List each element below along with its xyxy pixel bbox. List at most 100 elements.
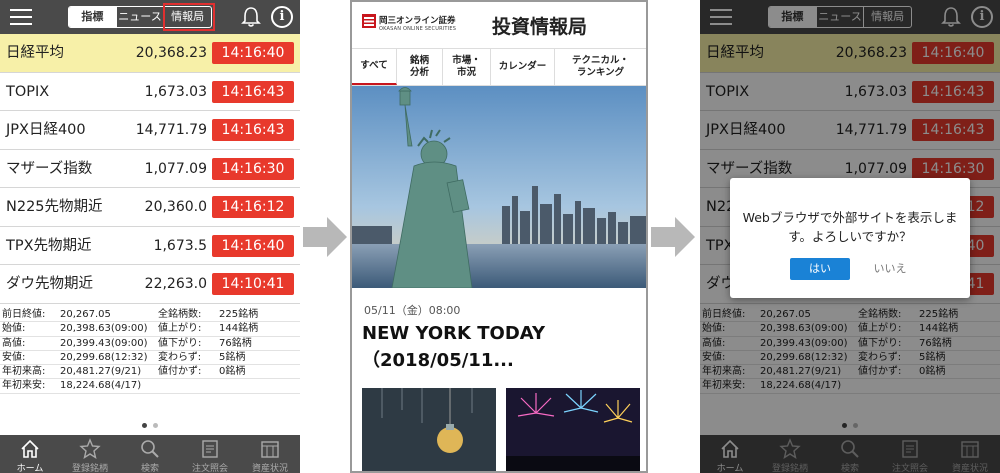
tab-orders[interactable]: 注文照会: [180, 435, 240, 473]
time-badge: 14:16:12: [212, 196, 294, 218]
stat-label: 年初来高:: [2, 366, 46, 378]
info-icon[interactable]: i: [271, 6, 293, 28]
segment-news[interactable]: ニュース: [117, 7, 165, 27]
search-icon: [141, 440, 159, 458]
stat-label: 高値:: [2, 337, 26, 349]
index-value: 14,771.79: [135, 122, 207, 138]
tab-label: 注文照会: [191, 464, 228, 473]
tab-label: 検索: [140, 464, 159, 473]
tab-all[interactable]: すべて: [352, 49, 397, 85]
stats-row: 始値: 20,398.63(09:00) 値上がり: 144銘柄: [0, 322, 300, 337]
article-date: 05/11（金）08:00: [364, 304, 461, 317]
tab-technical-ranking[interactable]: テクニカル・ ランキング: [555, 49, 646, 85]
app-header: 指標 ニュース 情報局 i: [0, 0, 300, 34]
index-name: 日経平均: [6, 45, 64, 61]
segment-indices[interactable]: 指標: [69, 7, 117, 27]
index-list: 日経平均 20,368.23 14:16:40 TOPIX 1,673.03 14:16…: [0, 34, 300, 304]
stat-value: 76銘柄: [219, 337, 252, 349]
index-row[interactable]: N225先物期近 20,360.0 14:16:12: [0, 188, 300, 227]
tab-label: 登録銘柄: [71, 464, 108, 473]
yes-button[interactable]: はい: [790, 258, 850, 280]
index-value: 20,360.0: [144, 199, 207, 215]
index-name: TPX先物期近: [6, 237, 92, 254]
index-name: ダウ先物期近: [6, 276, 93, 292]
stat-label: 前日終値:: [2, 309, 46, 320]
market-stats: 前日終値: 20,267.05 全銘柄数: 225銘柄 始値: 20,398.63(09…: [0, 308, 300, 394]
stat-label: 値付かず:: [158, 366, 202, 378]
stats-row: 安値: 20,299.68(12:32) 変わらず: 5銘柄: [0, 351, 300, 366]
index-row[interactable]: マザーズ指数 1,077.09 14:16:30: [0, 149, 300, 188]
stats-row: 前日終値: 20,267.05 全銘柄数: 225銘柄: [0, 308, 300, 323]
okasan-logo-icon: [362, 14, 376, 28]
stat-value: 20,398.63(09:00): [60, 323, 148, 335]
page-indicator: [0, 423, 300, 428]
tab-calendar[interactable]: カレンダー: [491, 49, 555, 85]
stat-label: 値下がり:: [158, 337, 202, 349]
statue-of-liberty-image[interactable]: [352, 86, 646, 288]
tab-home[interactable]: ホーム: [0, 435, 60, 473]
stat-label: 変わらず:: [158, 351, 202, 363]
index-value: 20,368.23: [135, 45, 207, 61]
tab-label: 資産状況: [251, 464, 288, 473]
index-name: マザーズ指数: [6, 160, 93, 177]
stat-label: 安値:: [2, 351, 26, 363]
time-badge: 14:10:41: [212, 273, 294, 295]
tab-assets[interactable]: 資産状況: [240, 435, 300, 473]
bottom-tab-bar: ホーム 登録銘柄 検索 注文照会 資産状況: [0, 435, 300, 473]
stat-value: 20,481.27(9/21): [60, 366, 142, 378]
stat-value: 20,299.68(12:32): [60, 351, 148, 363]
tab-label: ホーム: [16, 464, 44, 473]
stat-value: 0銘柄: [219, 366, 246, 378]
index-value: 22,263.0: [144, 276, 207, 292]
browser-info-bureau-page: 岡三オンライン証券 OKASAN ONLINE SECURITIES 投資情報局…: [350, 0, 648, 473]
page-title: 投資情報局: [492, 16, 588, 38]
site-logo-subtext: OKASAN ONLINE SECURITIES: [379, 26, 457, 32]
time-badge: 14:16:40: [212, 42, 294, 64]
article-thumbnails: [362, 388, 642, 473]
stat-label: 年初来安:: [2, 380, 46, 392]
stats-row: 高値: 20,399.43(09:00) 値下がり: 76銘柄: [0, 337, 300, 351]
time-badge: 14:16:30: [212, 157, 294, 180]
index-name: TOPIX: [6, 83, 50, 100]
site-header: 岡三オンライン証券 OKASAN ONLINE SECURITIES 投資情報局: [352, 2, 646, 48]
flow-arrow-icon: [303, 217, 347, 257]
page-dot[interactable]: [153, 423, 158, 428]
external-site-confirm-dialog: Webブラウザで外部サイトを表示します。よろしいですか？ はい いいえ: [730, 178, 970, 298]
category-tabs: すべて 銘柄 分析 市場・ 市況 カレンダー テクニカル・ ランキング: [352, 48, 646, 86]
stat-value: 20,267.05: [60, 309, 111, 320]
tab-search[interactable]: 検索: [120, 435, 180, 473]
stat-value: 5銘柄: [219, 351, 246, 363]
stat-value: 18,224.68(4/17): [60, 380, 142, 392]
no-button[interactable]: いいえ: [860, 258, 920, 280]
index-value: 1,077.09: [144, 160, 207, 177]
bell-icon[interactable]: [240, 6, 262, 28]
stat-label: 値上がり:: [158, 323, 202, 335]
time-badge: 14:16:40: [212, 234, 294, 257]
stat-label: 全銘柄数:: [158, 309, 202, 320]
tab-market[interactable]: 市場・ 市況: [443, 49, 491, 85]
index-row[interactable]: ダウ先物期近 22,263.0 14:10:41: [0, 265, 300, 304]
stat-value: 144銘柄: [219, 323, 259, 335]
stats-row: 年初来安: 18,224.68(4/17): [0, 379, 300, 394]
time-badge: 14:16:43: [212, 80, 294, 103]
lightbulb-thumbnail-image[interactable]: [362, 388, 496, 473]
article-title[interactable]: NEW YORK TODAY（2018/05/11...: [362, 320, 642, 374]
stat-label: 始値:: [2, 323, 26, 335]
page-dot-active: [142, 423, 147, 428]
index-row[interactable]: JPX日経400 14,771.79 14:16:43: [0, 111, 300, 150]
hamburger-menu-icon[interactable]: [10, 9, 32, 25]
dialog-message: Webブラウザで外部サイトを表示します。よろしいですか？: [742, 210, 958, 244]
order-form-icon: [202, 440, 218, 458]
tab-stock-analysis[interactable]: 銘柄 分析: [397, 49, 443, 85]
index-row[interactable]: TPX先物期近 1,673.5 14:16:40: [0, 226, 300, 265]
phone-screen-market-indices: 指標 ニュース 情報局 i 日経平均 20,368.23 14:16:40 TOPI…: [0, 0, 300, 473]
index-row[interactable]: TOPIX 1,673.03 14:16:43: [0, 72, 300, 111]
index-value: 1,673.5: [153, 237, 207, 254]
fireworks-thumbnail-image[interactable]: [506, 388, 640, 473]
index-value: 1,673.03: [144, 83, 207, 100]
stat-value: 20,399.43(09:00): [60, 337, 148, 349]
tab-watchlist[interactable]: 登録銘柄: [60, 435, 120, 473]
flow-arrow-icon: [651, 217, 695, 257]
index-row[interactable]: 日経平均 20,368.23 14:16:40: [0, 34, 300, 73]
stat-value: 225銘柄: [219, 309, 259, 320]
